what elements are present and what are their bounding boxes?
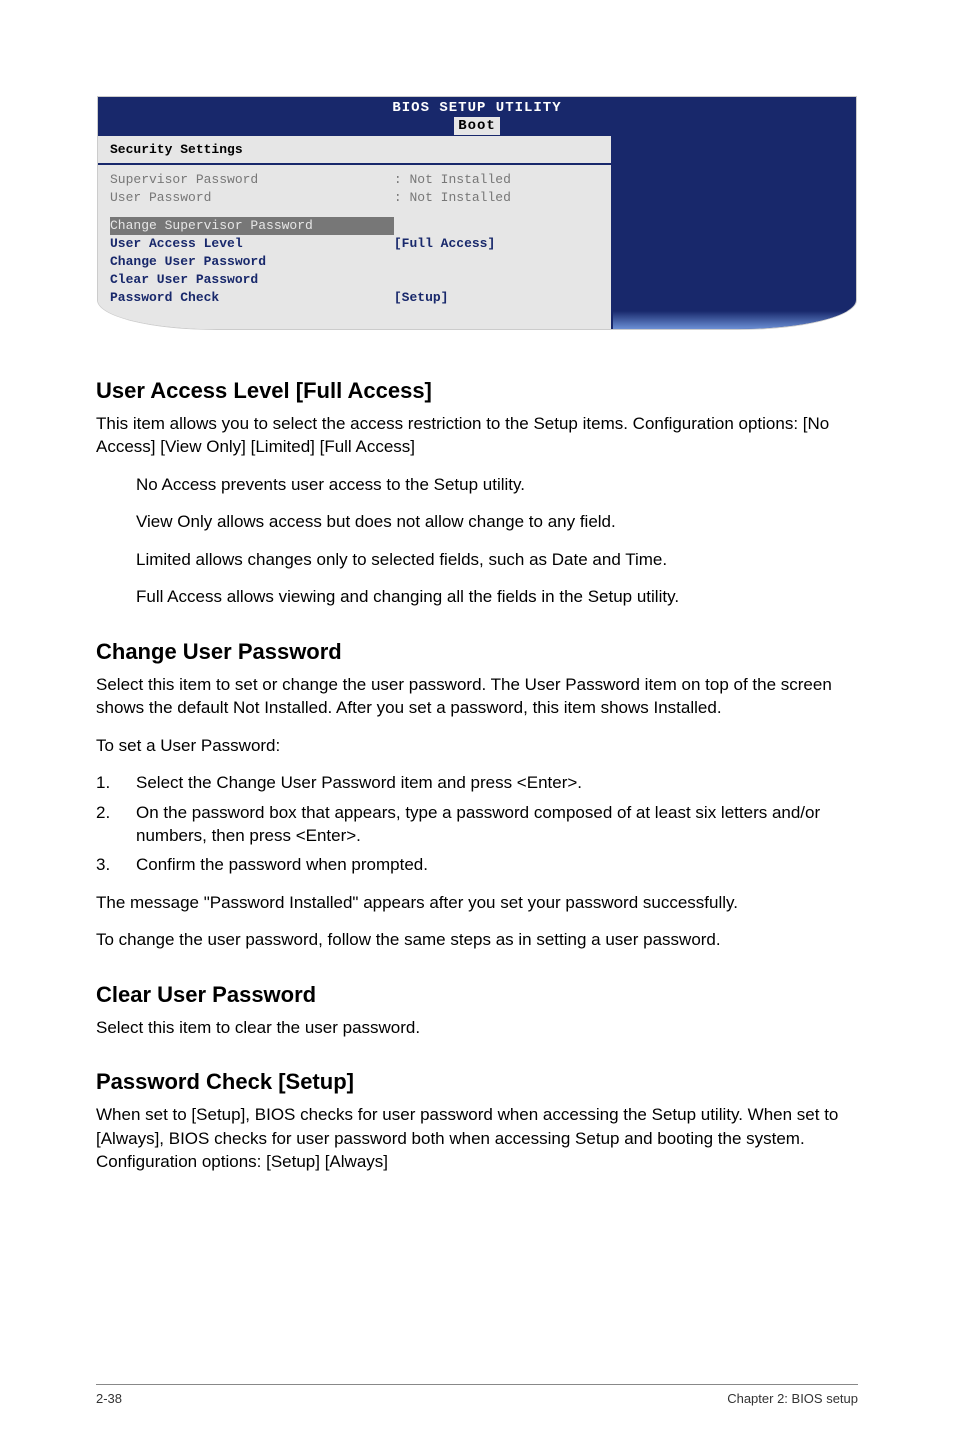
bios-value-empty	[394, 253, 600, 271]
bios-row-change-user-pw[interactable]: Change User Password	[110, 253, 599, 271]
bios-label: Clear User Password	[110, 271, 394, 289]
bios-label: Supervisor Password	[110, 171, 394, 189]
spacer	[110, 207, 599, 217]
list-number: 2.	[96, 801, 136, 848]
bios-row-supervisor-pw: Supervisor Password : Not Installed	[110, 171, 599, 189]
bios-value: [Full Access]	[394, 235, 600, 253]
list-text: Select the Change User Password item and…	[136, 771, 858, 794]
bios-panel: BIOS SETUP UTILITY Boot Security Setting…	[97, 96, 857, 330]
bios-value: : Not Installed	[394, 171, 600, 189]
list-item: 3.Confirm the password when prompted.	[96, 853, 858, 876]
list-number: 1.	[96, 771, 136, 794]
bios-label: Change User Password	[110, 253, 394, 271]
heading-password-check: Password Check [Setup]	[96, 1069, 858, 1095]
indented-paragraph: View Only allows access but does not all…	[136, 510, 858, 533]
bios-value-empty	[394, 271, 600, 289]
ordered-list: 1.Select the Change User Password item a…	[96, 771, 858, 877]
bios-titlebar: BIOS SETUP UTILITY Boot	[98, 97, 856, 136]
heading-clear-user-password: Clear User Password	[96, 982, 858, 1008]
heading-user-access-level: User Access Level [Full Access]	[96, 378, 858, 404]
bios-tab-boot[interactable]: Boot	[454, 117, 500, 135]
paragraph: To set a User Password:	[96, 734, 858, 757]
indented-paragraph: Limited allows changes only to selected …	[136, 548, 858, 571]
bios-row-clear-user-pw[interactable]: Clear User Password	[110, 271, 599, 289]
bios-row-password-check[interactable]: Password Check [Setup]	[110, 289, 599, 307]
bios-section-content: Supervisor Password : Not Installed User…	[98, 165, 611, 329]
paragraph: Select this item to set or change the us…	[96, 673, 858, 720]
bios-label: User Access Level	[110, 235, 394, 253]
bios-body: Security Settings Supervisor Password : …	[98, 136, 856, 329]
bios-value: : Not Installed	[394, 189, 600, 207]
bios-row-change-supervisor[interactable]: Change Supervisor Password	[110, 217, 599, 235]
list-item: 1.Select the Change User Password item a…	[96, 771, 858, 794]
list-text: On the password box that appears, type a…	[136, 801, 858, 848]
paragraph: To change the user password, follow the …	[96, 928, 858, 951]
page-footer: 2-38 Chapter 2: BIOS setup	[96, 1384, 858, 1406]
bios-right-pane	[613, 136, 856, 329]
heading-change-user-password: Change User Password	[96, 639, 858, 665]
chapter-label: Chapter 2: BIOS setup	[727, 1391, 858, 1406]
list-number: 3.	[96, 853, 136, 876]
page-number: 2-38	[96, 1391, 122, 1406]
bios-section-header: Security Settings	[98, 136, 611, 165]
bios-row-user-access-level[interactable]: User Access Level [Full Access]	[110, 235, 599, 253]
bios-label: Password Check	[110, 289, 394, 307]
list-text: Confirm the password when prompted.	[136, 853, 858, 876]
bios-value: [Setup]	[394, 289, 600, 307]
paragraph: This item allows you to select the acces…	[96, 412, 858, 459]
bios-label: User Password	[110, 189, 394, 207]
paragraph: The message "Password Installed" appears…	[96, 891, 858, 914]
bios-title: BIOS SETUP UTILITY	[392, 100, 561, 116]
indented-paragraph: No Access prevents user access to the Se…	[136, 473, 858, 496]
bios-row-user-pw: User Password : Not Installed	[110, 189, 599, 207]
bios-left-pane: Security Settings Supervisor Password : …	[98, 136, 613, 329]
bios-value-empty	[394, 217, 600, 235]
bios-item-highlighted: Change Supervisor Password	[110, 217, 394, 235]
paragraph: Select this item to clear the user passw…	[96, 1016, 858, 1039]
paragraph: When set to [Setup], BIOS checks for use…	[96, 1103, 858, 1173]
indented-paragraph: Full Access allows viewing and changing …	[136, 585, 858, 608]
list-item: 2.On the password box that appears, type…	[96, 801, 858, 848]
